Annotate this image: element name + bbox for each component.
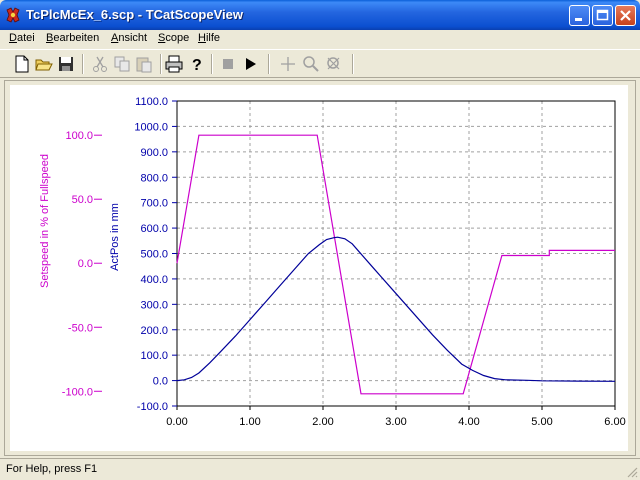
menu-datei-mnemonic: D bbox=[9, 32, 17, 44]
actpos-tick-label: 100.0 bbox=[140, 350, 168, 362]
x-tick-label: 6.00 bbox=[604, 416, 625, 428]
menu-bearbeiten-rest: earbeiten bbox=[53, 32, 100, 44]
actpos-tick-label: 700.0 bbox=[140, 198, 168, 210]
toolbar: ? bbox=[0, 49, 640, 78]
actpos-tick-label: 800.0 bbox=[140, 172, 168, 184]
new-file-icon[interactable] bbox=[13, 55, 31, 73]
toolbar-separator bbox=[211, 54, 213, 74]
print-icon[interactable] bbox=[165, 55, 183, 73]
svg-text:?: ? bbox=[192, 57, 202, 73]
toolbar-separator bbox=[268, 54, 270, 74]
scope-chart[interactable]: 0.00 1.00 2.00 3.00 4.00 5.00 6.00 1100.0 1000.0… bbox=[10, 85, 628, 451]
menu-scope-rest: cope bbox=[165, 32, 190, 44]
help-icon[interactable]: ? bbox=[188, 55, 206, 73]
minimize-button[interactable] bbox=[569, 5, 590, 26]
close-icon bbox=[620, 10, 631, 21]
title-bar[interactable]: TcPlcMcEx_6.scp - TCatScopeView bbox=[0, 0, 640, 30]
open-folder-icon[interactable] bbox=[35, 55, 53, 73]
setspeed-axis-label: Setspeed in % of Fullspeed bbox=[39, 154, 51, 288]
menu-datei-rest: atei bbox=[16, 32, 35, 44]
menu-scope[interactable]: Scope bbox=[158, 32, 189, 44]
copy-icon[interactable] bbox=[113, 55, 131, 73]
menu-bar: Datei Bearbeiten Ansicht Scope Hilfe bbox=[0, 30, 640, 48]
status-text: For Help, press F1 bbox=[6, 463, 98, 475]
setspeed-tick-label: 0.0 bbox=[78, 258, 93, 270]
actpos-tick-label: 500.0 bbox=[140, 249, 168, 261]
close-button[interactable] bbox=[615, 5, 636, 26]
stop-icon[interactable] bbox=[219, 55, 237, 73]
toolbar-separator bbox=[352, 54, 354, 74]
x-tick-label: 3.00 bbox=[385, 416, 406, 428]
setspeed-tick-label: -50.0 bbox=[68, 322, 93, 334]
maximize-button[interactable] bbox=[592, 5, 613, 26]
menu-hilfe[interactable]: Hilfe bbox=[198, 32, 220, 44]
actpos-tick-label: -100.0 bbox=[137, 401, 168, 413]
scope-app-icon bbox=[6, 7, 20, 23]
x-tick-label: 0.00 bbox=[166, 416, 187, 428]
resize-grip-icon[interactable] bbox=[626, 466, 638, 478]
zoom-reset-icon[interactable] bbox=[325, 55, 343, 73]
setspeed-tick-label: -100.0 bbox=[62, 386, 93, 398]
save-icon[interactable] bbox=[57, 55, 75, 73]
menu-ansicht[interactable]: Ansicht bbox=[111, 32, 147, 44]
maximize-icon bbox=[596, 9, 609, 21]
play-icon[interactable] bbox=[241, 55, 259, 73]
cut-icon[interactable] bbox=[91, 55, 109, 73]
actpos-tick-label: 200.0 bbox=[140, 325, 168, 337]
menu-bearbeiten[interactable]: Bearbeiten bbox=[46, 32, 99, 44]
actpos-tick-label: 0.0 bbox=[153, 376, 168, 388]
x-tick-label: 1.00 bbox=[239, 416, 260, 428]
actpos-tick-label: 1100.0 bbox=[135, 96, 168, 108]
toolbar-separator bbox=[160, 54, 162, 74]
menu-datei[interactable]: Datei bbox=[9, 32, 35, 44]
x-tick-label: 5.00 bbox=[531, 416, 552, 428]
setspeed-tick-label: 100.0 bbox=[65, 130, 93, 142]
plot-ticks: 0.00 1.00 2.00 3.00 4.00 5.00 6.00 1100.0 1000.0… bbox=[62, 96, 626, 428]
menu-ansicht-rest: nsicht bbox=[118, 32, 148, 44]
zoom-icon[interactable] bbox=[302, 55, 320, 73]
minimize-icon bbox=[575, 18, 582, 21]
actpos-tick-label: 400.0 bbox=[140, 274, 168, 286]
actpos-tick-label: 1000.0 bbox=[134, 121, 168, 133]
actpos-axis-label: ActPos in mm bbox=[109, 203, 121, 271]
scope-view[interactable]: 0.00 1.00 2.00 3.00 4.00 5.00 6.00 1100.0 1000.0… bbox=[10, 85, 628, 451]
toolbar-separator bbox=[82, 54, 84, 74]
actpos-tick-label: 600.0 bbox=[140, 223, 168, 235]
setspeed-tick-label: 50.0 bbox=[72, 194, 93, 206]
x-tick-label: 4.00 bbox=[458, 416, 479, 428]
x-tick-label: 2.00 bbox=[312, 416, 333, 428]
menu-hilfe-rest: ilfe bbox=[205, 32, 221, 44]
status-bar: For Help, press F1 bbox=[0, 458, 640, 480]
window-title: TcPlcMcEx_6.scp - TCatScopeView bbox=[26, 7, 243, 22]
menu-hilfe-mnemonic: H bbox=[198, 32, 206, 44]
actpos-tick-label: 300.0 bbox=[140, 299, 168, 311]
actpos-tick-label: 900.0 bbox=[140, 147, 168, 159]
crosshair-icon[interactable] bbox=[279, 55, 297, 73]
paste-icon[interactable] bbox=[135, 55, 153, 73]
